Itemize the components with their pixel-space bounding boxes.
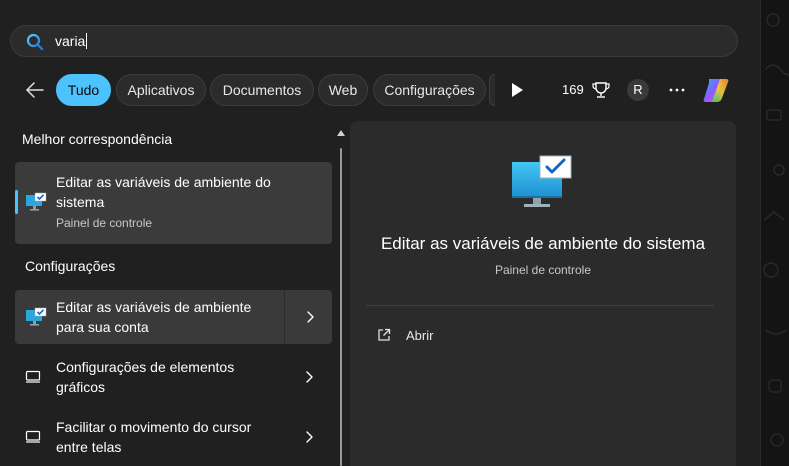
best-match-subtitle: Painel de controle [56, 216, 153, 230]
monitor-check-icon [512, 155, 572, 207]
display-icon [25, 430, 41, 443]
filter-chip-all[interactable]: Tudo [56, 74, 111, 106]
settings-result-title-line2: gráficos [56, 379, 106, 395]
chevron-right-icon [307, 311, 314, 323]
scroll-up-arrow-icon[interactable] [336, 129, 346, 137]
more-icon[interactable] [667, 80, 687, 100]
filter-chip-settings[interactable]: Configurações [373, 74, 486, 106]
filter-chip-web[interactable]: Web [318, 74, 368, 106]
settings-result-title-line1: Editar as variáveis de ambiente [56, 299, 252, 315]
preview-title: Editar as variáveis de ambiente do siste… [380, 234, 706, 253]
preview-subtitle: Painel de controle [494, 263, 592, 277]
best-match-heading: Melhor correspondência [22, 131, 173, 147]
settings-result-graphics[interactable]: Configurações de elementos gráficos [15, 350, 332, 404]
expand-button[interactable] [284, 410, 332, 464]
search-icon [26, 33, 44, 51]
preview-pane: Editar as variáveis de ambiente do siste… [350, 121, 736, 466]
expand-button[interactable] [284, 350, 332, 404]
search-panel: varia Tudo Aplicativos Documentos Web Co… [0, 0, 760, 466]
best-match-title-line1: Editar as variáveis de ambiente do [56, 174, 271, 190]
rewards-points: 169 [562, 82, 584, 97]
divider [366, 305, 714, 306]
settings-result-title-line2: entre telas [56, 439, 122, 455]
best-match-result[interactable]: Editar as variáveis de ambiente do siste… [15, 162, 332, 244]
settings-result-user-env[interactable]: Editar as variáveis de ambiente para sua… [15, 290, 332, 344]
best-match-title-line2: sistema [56, 194, 105, 210]
search-query: varia [55, 33, 86, 49]
monitor-check-icon [26, 307, 47, 326]
trophy-icon[interactable] [591, 80, 611, 100]
settings-result-cursor[interactable]: Facilitar o movimento do cursor entre te… [15, 410, 332, 464]
avatar[interactable]: R [627, 79, 649, 101]
filter-chip-overflow[interactable] [489, 74, 495, 106]
expand-button[interactable] [284, 290, 332, 344]
text-caret [86, 33, 88, 49]
desktop-wallpaper-strip [760, 0, 789, 466]
chevron-right-icon [306, 431, 313, 443]
play-icon[interactable] [510, 82, 524, 98]
chevron-right-icon [306, 371, 313, 383]
copilot-icon[interactable] [700, 74, 732, 106]
back-arrow-icon[interactable] [24, 79, 46, 101]
settings-result-title-line2: para sua conta [56, 319, 149, 335]
search-input[interactable]: varia [55, 33, 88, 49]
search-box[interactable]: varia [10, 25, 738, 57]
scrollbar[interactable] [340, 148, 342, 466]
open-external-icon[interactable] [376, 327, 392, 343]
settings-result-title-line1: Configurações de elementos [56, 359, 235, 375]
display-icon [25, 370, 41, 383]
settings-result-title-line1: Facilitar o movimento do cursor [56, 419, 252, 435]
open-action-label[interactable]: Abrir [406, 328, 433, 343]
filter-chip-apps[interactable]: Aplicativos [116, 74, 206, 106]
settings-heading: Configurações [25, 258, 116, 274]
filter-chip-documents[interactable]: Documentos [210, 74, 314, 106]
monitor-check-icon [26, 192, 47, 211]
